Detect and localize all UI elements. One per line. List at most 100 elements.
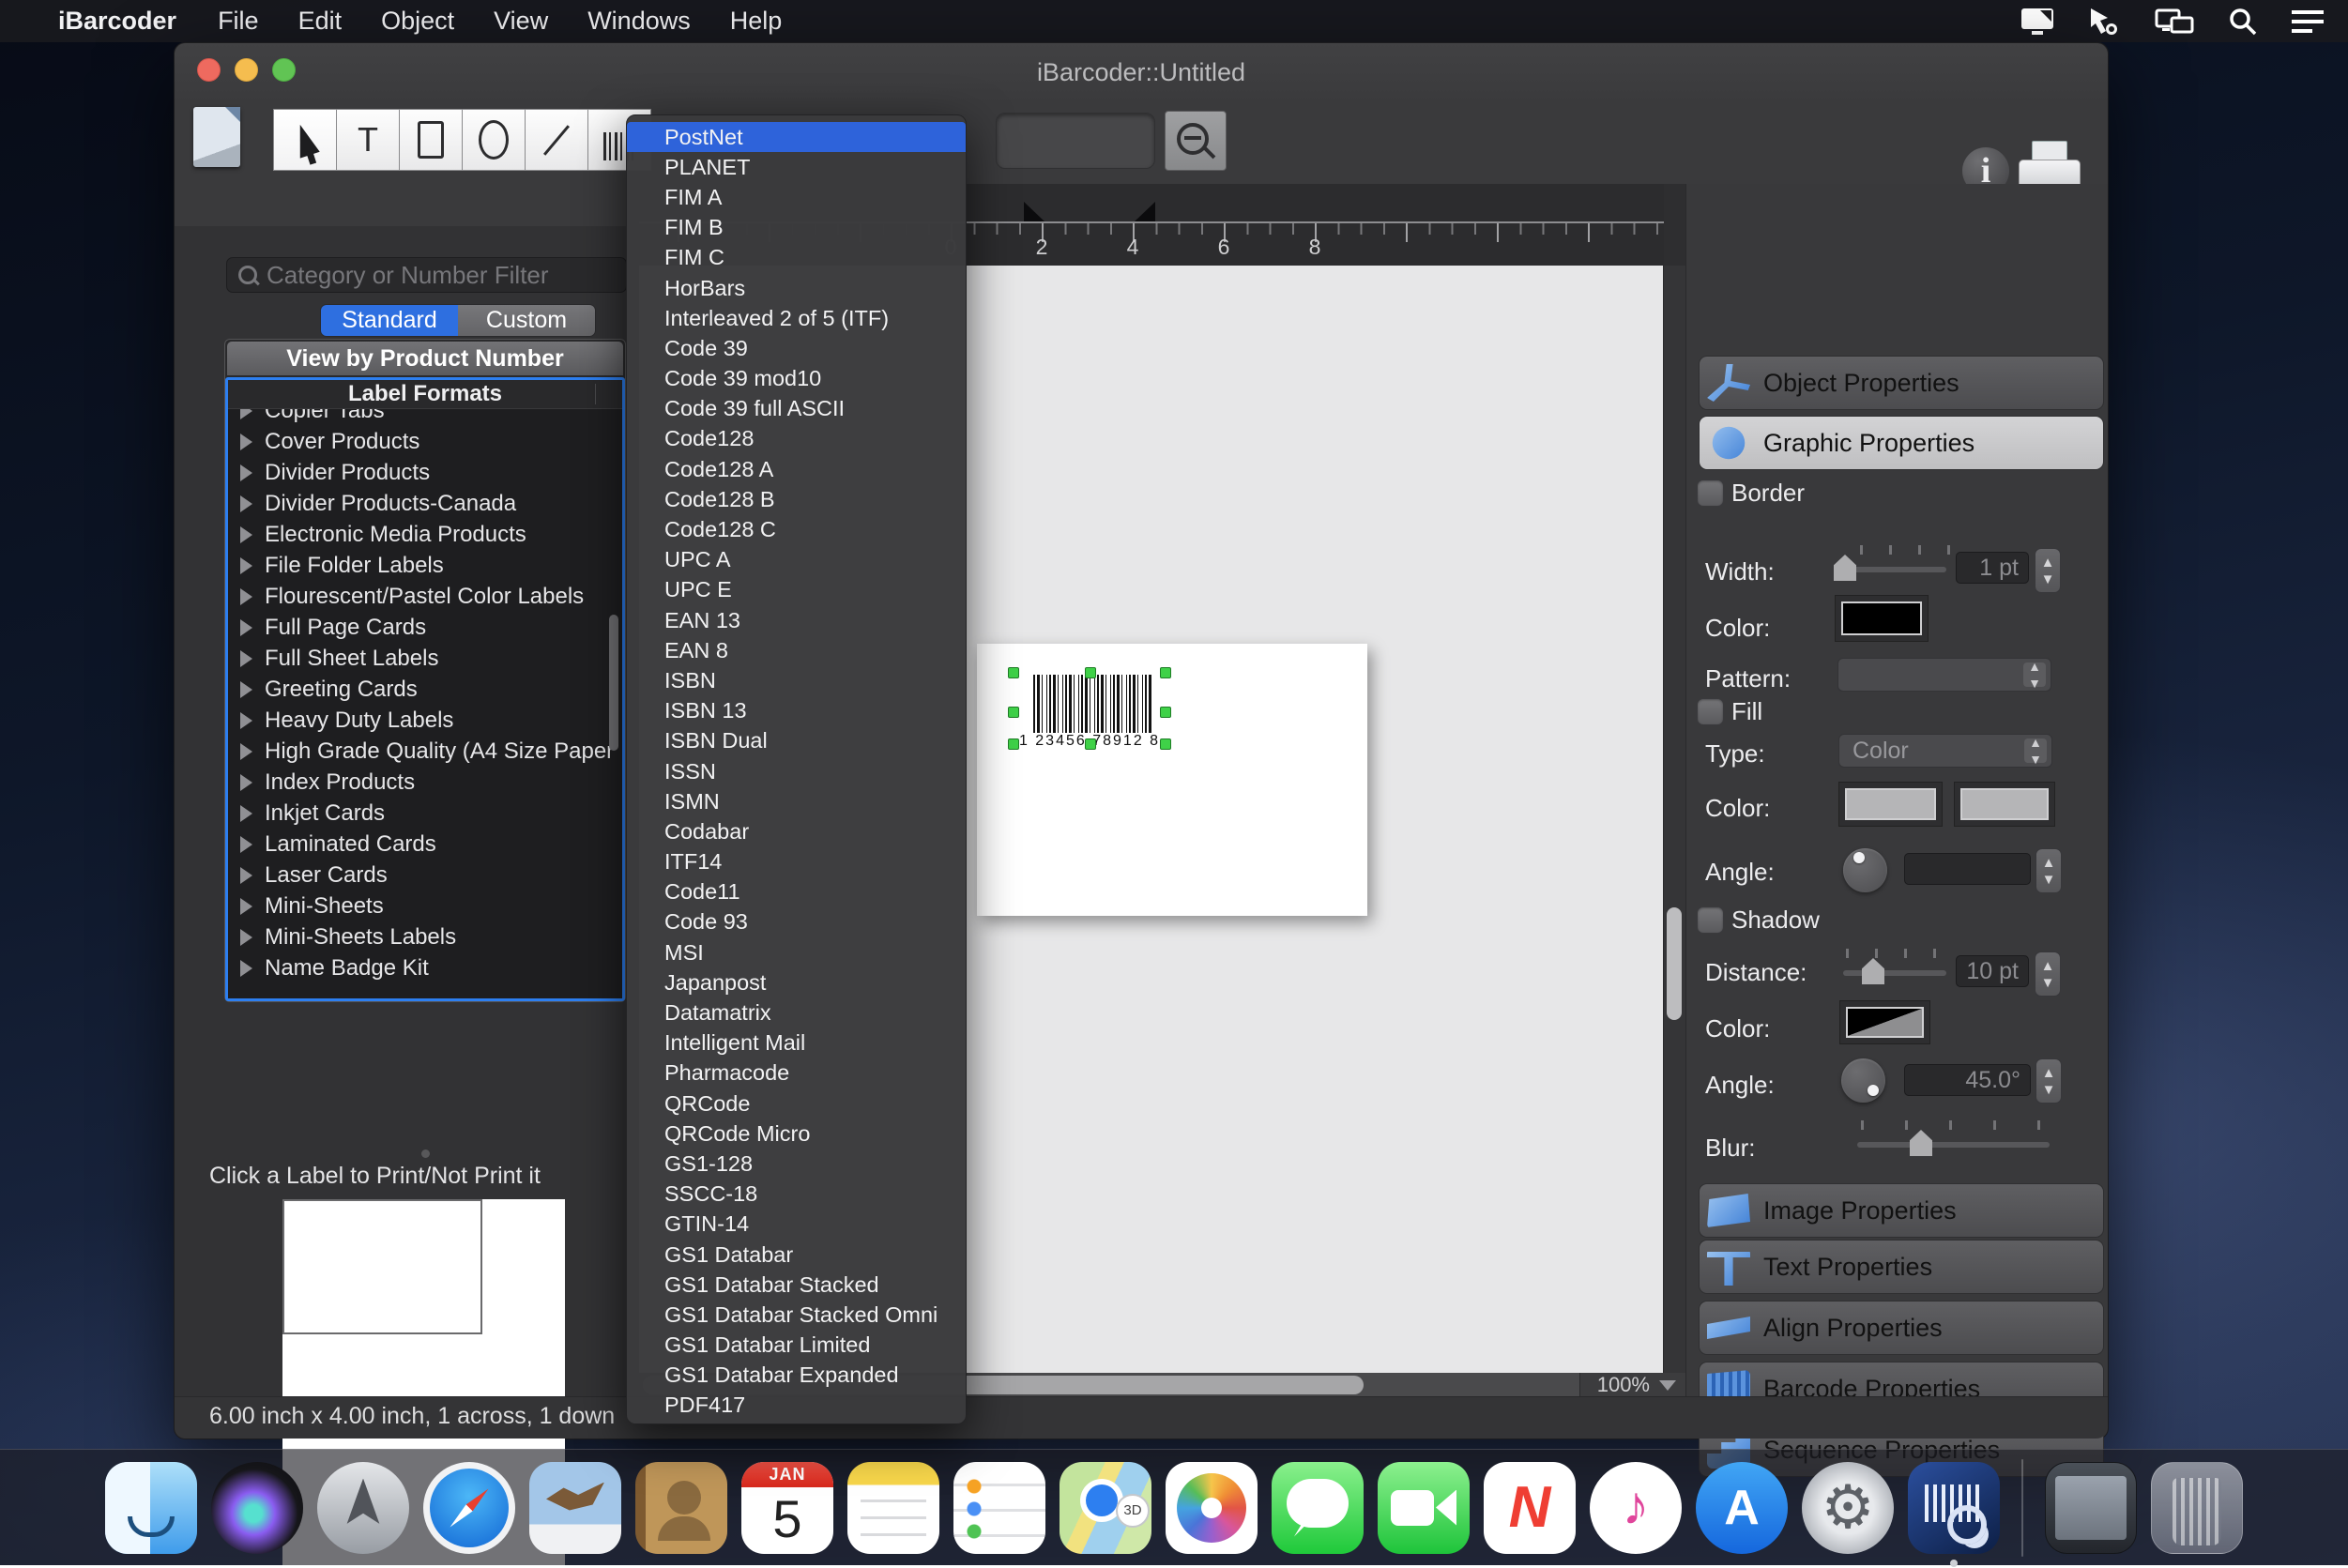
selection-handle[interactable] [1085, 738, 1096, 750]
disclosure-triangle-icon[interactable] [240, 712, 252, 729]
disclosure-triangle-icon[interactable] [240, 619, 252, 636]
shadow-color-well[interactable] [1839, 1000, 1930, 1044]
barcode-type-menu-item[interactable]: Code11 [627, 877, 966, 907]
barcode-type-menu-item[interactable]: Code 39 full ASCII [627, 394, 966, 424]
dock-app-icon[interactable] [1272, 1462, 1364, 1554]
list-icon[interactable] [2290, 8, 2325, 36]
list-item[interactable]: Name Badge Kit [228, 952, 622, 983]
menubar-app-name[interactable]: iBarcoder [58, 7, 176, 36]
search-icon[interactable] [2228, 7, 2258, 37]
border-width-field[interactable]: 1 pt [1956, 552, 2029, 584]
dock-app-icon[interactable] [1590, 1462, 1682, 1554]
selection-handle[interactable] [1085, 667, 1096, 678]
selection-handle[interactable] [1008, 667, 1019, 678]
barcode-type-menu-item[interactable]: QRCode Micro [627, 1119, 966, 1149]
barcode-type-menu-item[interactable]: ITF14 [627, 847, 966, 877]
disclosure-triangle-icon[interactable] [240, 588, 252, 605]
image-properties-button[interactable]: Image Properties [1699, 1183, 2104, 1238]
border-color-well[interactable] [1835, 595, 1929, 642]
disclosure-triangle-icon[interactable] [240, 464, 252, 481]
barcode-type-menu-item[interactable]: GTIN-14 [627, 1210, 966, 1240]
barcode-type-menu-item[interactable]: GS1 Databar [627, 1240, 966, 1270]
barcode-type-menu-item[interactable]: PostNet [627, 122, 966, 152]
selection-handle[interactable] [1160, 738, 1171, 750]
barcode-type-menu-item[interactable]: Interleaved 2 of 5 (ITF) [627, 303, 966, 333]
barcode-type-menu-item[interactable]: EAN 8 [627, 635, 966, 665]
dock-app-icon[interactable] [1696, 1462, 1788, 1554]
tab-standard[interactable]: Standard [321, 305, 458, 336]
zoom-out-button[interactable] [1165, 111, 1227, 171]
rect-tool-button[interactable] [399, 109, 462, 171]
view-by-product-number-button[interactable]: View by Product Number [227, 342, 623, 375]
barcode-object[interactable]: 1 23456 78912 8 [1013, 669, 1166, 754]
barcode-type-menu-item[interactable]: Code128 A [627, 454, 966, 484]
dock-app-icon[interactable] [1378, 1462, 1470, 1554]
zoom-level-control[interactable]: 100% [1579, 1373, 1685, 1397]
disclosure-triangle-icon[interactable] [240, 409, 252, 419]
list-item[interactable]: Laser Cards [228, 860, 622, 891]
list-item[interactable]: Electronic Media Products [228, 519, 622, 550]
disclosure-triangle-icon[interactable] [240, 681, 252, 698]
list-item[interactable]: Laminated Cards [228, 829, 622, 860]
new-document-icon[interactable] [193, 107, 240, 167]
barcode-type-menu-item[interactable]: ISBN 13 [627, 696, 966, 726]
barcode-type-menu-item[interactable]: GS1 Databar Limited [627, 1331, 966, 1361]
select-tool-button[interactable] [273, 109, 336, 171]
barcode-type-menu-item[interactable]: FIM C [627, 243, 966, 273]
text-tool-button[interactable]: T [336, 109, 399, 171]
list-item[interactable]: Copier Tabs [228, 409, 622, 426]
disclosure-triangle-icon[interactable] [240, 495, 252, 512]
list-item[interactable]: Inkjet Cards [228, 798, 622, 829]
barcode-type-menu-item[interactable]: ISSN [627, 756, 966, 786]
dock-app-icon[interactable] [105, 1462, 197, 1554]
barcode-type-menu-item[interactable]: Japanpost [627, 967, 966, 997]
barcode-type-menu-item[interactable]: Code 39 mod10 [627, 364, 966, 394]
list-item[interactable]: Divider Products-Canada [228, 488, 622, 519]
vertical-scrollbar[interactable] [1663, 266, 1685, 1373]
barcode-type-menu-item[interactable]: Intelligent Mail [627, 1028, 966, 1058]
list-item[interactable]: Divider Products [228, 457, 622, 488]
list-item[interactable]: Heavy Duty Labels [228, 705, 622, 736]
selection-handle[interactable] [1008, 738, 1019, 750]
menu-windows[interactable]: Windows [587, 7, 691, 36]
list-item[interactable]: High Grade Quality (A4 Size Paper [228, 736, 622, 767]
selection-handle[interactable] [1008, 707, 1019, 718]
barcode-type-menu-item[interactable]: SSCC-18 [627, 1180, 966, 1210]
shadow-angle-field[interactable]: 45.0° [1904, 1064, 2031, 1096]
dock-app-icon[interactable] [317, 1462, 409, 1554]
barcode-type-menu-item[interactable]: GS1 Databar Stacked [627, 1270, 966, 1300]
titlebar[interactable]: iBarcoder::Untitled [175, 43, 2108, 104]
shadow-checkbox[interactable] [1697, 906, 1724, 934]
fill-angle-stepper[interactable]: ▲▼ [2035, 848, 2062, 893]
barcode-type-menu-item[interactable]: Codabar [627, 816, 966, 846]
line-tool-button[interactable] [525, 109, 587, 171]
barcode-type-menu-item[interactable]: ISMN [627, 786, 966, 816]
disclosure-triangle-icon[interactable] [240, 898, 252, 915]
dock-app-icon[interactable] [529, 1462, 621, 1554]
shadow-distance-stepper[interactable]: ▲▼ [2035, 951, 2061, 997]
dock-app-icon[interactable] [1802, 1462, 1894, 1554]
list-scrollbar[interactable] [609, 615, 618, 751]
barcode-type-menu-item[interactable]: FIM A [627, 182, 966, 212]
tab-custom[interactable]: Custom [458, 305, 595, 336]
barcode-type-menu-item[interactable]: Code128 [627, 424, 966, 454]
barcode-type-menu-item[interactable]: ISBN Dual [627, 726, 966, 756]
dock-app-icon[interactable] [423, 1462, 515, 1554]
dock-app-icon[interactable] [1060, 1462, 1151, 1554]
shadow-distance-field[interactable]: 10 pt [1956, 955, 2029, 987]
menu-help[interactable]: Help [730, 7, 783, 36]
border-checkbox[interactable] [1697, 480, 1724, 507]
list-item[interactable]: File Folder Labels [228, 550, 622, 581]
pattern-dropdown[interactable]: ▲▼ [1837, 658, 2051, 692]
barcode-type-menu-item[interactable]: GS1 Databar Expanded [627, 1361, 966, 1391]
list-header[interactable]: Label Formats [228, 380, 622, 409]
dock-app-icon[interactable] [1166, 1462, 1258, 1554]
list-item[interactable]: Mini-Sheets [228, 891, 622, 921]
barcode-type-menu-item[interactable]: Code128 B [627, 484, 966, 514]
dock-app-icon[interactable]: JAN 5 [741, 1462, 833, 1554]
remote-pointer-icon[interactable] [2087, 7, 2123, 37]
barcode-type-menu-item[interactable]: Code 93 [627, 907, 966, 937]
barcode-type-menu-item[interactable]: Pharmacode [627, 1058, 966, 1088]
dock-app-icon[interactable] [2045, 1462, 2137, 1554]
border-width-stepper[interactable]: ▲▼ [2035, 548, 2061, 593]
